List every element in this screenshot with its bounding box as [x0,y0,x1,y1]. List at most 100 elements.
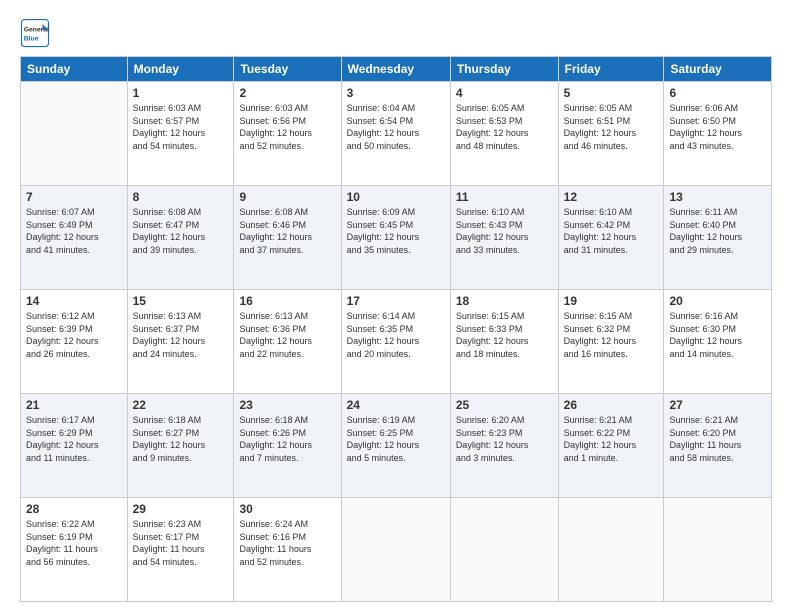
col-tuesday: Tuesday [234,57,341,82]
day-number: 10 [347,190,445,204]
calendar-cell [450,498,558,602]
calendar-cell: 22 Sunrise: 6:18 AM Sunset: 6:27 PM Dayli… [127,394,234,498]
day-info: Sunrise: 6:13 AM Sunset: 6:36 PM Dayligh… [239,310,335,360]
calendar-cell: 4Sunrise: 6:05 AM Sunset: 6:53 PM Daylig… [450,82,558,186]
day-info: Sunrise: 6:16 AM Sunset: 6:30 PM Dayligh… [669,310,766,360]
calendar-cell: 2 Sunrise: 6:03 AM Sunset: 6:56 PM Daylig… [234,82,341,186]
day-info: Sunrise: 6:15 AM Sunset: 6:32 PM Dayligh… [564,310,659,360]
calendar-cell: 16 Sunrise: 6:13 AM Sunset: 6:36 PM Dayli… [234,290,341,394]
day-number: 12 [564,190,659,204]
page: General Blue Sunday Monday Tuesday Wedne… [0,0,792,612]
day-info: Sunrise: 6:06 AM Sunset: 6:50 PM Dayligh… [669,102,766,152]
day-info: Sunrise: 6:23 AM Sunset: 6:17 PM Dayligh… [133,518,229,568]
day-info: Sunrise: 6:08 AM Sunset: 6:47 PM Dayligh… [133,206,229,256]
calendar-cell: 18 Sunrise: 6:15 AM Sunset: 6:33 PM Dayli… [450,290,558,394]
day-info: Sunrise: 6:05 AM Sunset: 6:51 PM Dayligh… [564,102,659,152]
calendar-cell: 21 Sunrise: 6:17 AM Sunset: 6:29 PM Dayli… [21,394,128,498]
calendar-cell: 23 Sunrise: 6:18 AM Sunset: 6:26 PM Dayli… [234,394,341,498]
day-info: Sunrise: 6:07 AM Sunset: 6:49 PM Dayligh… [26,206,122,256]
calendar-cell: 17Sunrise: 6:14 AM Sunset: 6:35 PM Dayli… [341,290,450,394]
calendar-cell: 25Sunrise: 6:20 AM Sunset: 6:23 PM Dayli… [450,394,558,498]
day-info: Sunrise: 6:19 AM Sunset: 6:25 PM Dayligh… [347,414,445,464]
calendar-cell: 12 Sunrise: 6:10 AM Sunset: 6:42 PM Dayli… [558,186,664,290]
day-info: Sunrise: 6:05 AM Sunset: 6:53 PM Dayligh… [456,102,553,152]
day-number: 11 [456,190,553,204]
calendar-body: 1 Sunrise: 6:03 AM Sunset: 6:57 PM Daylig… [21,82,772,602]
day-number: 19 [564,294,659,308]
day-number: 18 [456,294,553,308]
svg-text:Blue: Blue [24,36,39,43]
day-number: 7 [26,190,122,204]
day-info: Sunrise: 6:15 AM Sunset: 6:33 PM Dayligh… [456,310,553,360]
day-number: 3 [347,86,445,100]
day-number: 17 [347,294,445,308]
day-number: 28 [26,502,122,516]
calendar-cell: 5 Sunrise: 6:05 AM Sunset: 6:51 PM Daylig… [558,82,664,186]
calendar-cell: 1 Sunrise: 6:03 AM Sunset: 6:57 PM Daylig… [127,82,234,186]
day-number: 21 [26,398,122,412]
day-info: Sunrise: 6:12 AM Sunset: 6:39 PM Dayligh… [26,310,122,360]
day-number: 27 [669,398,766,412]
calendar-cell: 3 Sunrise: 6:04 AM Sunset: 6:54 PM Daylig… [341,82,450,186]
day-info: Sunrise: 6:17 AM Sunset: 6:29 PM Dayligh… [26,414,122,464]
day-info: Sunrise: 6:18 AM Sunset: 6:26 PM Dayligh… [239,414,335,464]
col-saturday: Saturday [664,57,772,82]
day-number: 13 [669,190,766,204]
day-number: 22 [133,398,229,412]
day-info: Sunrise: 6:09 AM Sunset: 6:45 PM Dayligh… [347,206,445,256]
calendar-week-row: 21 Sunrise: 6:17 AM Sunset: 6:29 PM Dayli… [21,394,772,498]
calendar-cell: 9 Sunrise: 6:08 AM Sunset: 6:46 PM Daylig… [234,186,341,290]
calendar-cell: 30 Sunrise: 6:24 AM Sunset: 6:16 PM Dayli… [234,498,341,602]
calendar-cell: 20 Sunrise: 6:16 AM Sunset: 6:30 PM Dayli… [664,290,772,394]
calendar-header-row: Sunday Monday Tuesday Wednesday Thursday… [21,57,772,82]
day-info: Sunrise: 6:08 AM Sunset: 6:46 PM Dayligh… [239,206,335,256]
calendar-cell: 28 Sunrise: 6:22 AM Sunset: 6:19 PM Dayli… [21,498,128,602]
day-info: Sunrise: 6:10 AM Sunset: 6:42 PM Dayligh… [564,206,659,256]
day-number: 30 [239,502,335,516]
day-number: 23 [239,398,335,412]
day-info: Sunrise: 6:03 AM Sunset: 6:56 PM Dayligh… [239,102,335,152]
day-number: 14 [26,294,122,308]
calendar-week-row: 28 Sunrise: 6:22 AM Sunset: 6:19 PM Dayli… [21,498,772,602]
day-number: 5 [564,86,659,100]
calendar-cell: 8Sunrise: 6:08 AM Sunset: 6:47 PM Daylig… [127,186,234,290]
day-number: 24 [347,398,445,412]
day-number: 9 [239,190,335,204]
calendar-cell [341,498,450,602]
day-number: 26 [564,398,659,412]
day-number: 29 [133,502,229,516]
calendar-cell: 6Sunrise: 6:06 AM Sunset: 6:50 PM Daylig… [664,82,772,186]
calendar: Sunday Monday Tuesday Wednesday Thursday… [20,56,772,602]
calendar-cell: 10 Sunrise: 6:09 AM Sunset: 6:45 PM Dayli… [341,186,450,290]
day-info: Sunrise: 6:11 AM Sunset: 6:40 PM Dayligh… [669,206,766,256]
calendar-cell: 13 Sunrise: 6:11 AM Sunset: 6:40 PM Dayli… [664,186,772,290]
header: General Blue [20,18,772,48]
col-friday: Friday [558,57,664,82]
day-number: 15 [133,294,229,308]
calendar-cell [558,498,664,602]
day-number: 2 [239,86,335,100]
logo: General Blue [20,18,54,48]
calendar-cell: 27Sunrise: 6:21 AM Sunset: 6:20 PM Dayli… [664,394,772,498]
calendar-cell: 24 Sunrise: 6:19 AM Sunset: 6:25 PM Dayli… [341,394,450,498]
col-wednesday: Wednesday [341,57,450,82]
day-number: 1 [133,86,229,100]
day-number: 16 [239,294,335,308]
day-info: Sunrise: 6:03 AM Sunset: 6:57 PM Dayligh… [133,102,229,152]
day-info: Sunrise: 6:22 AM Sunset: 6:19 PM Dayligh… [26,518,122,568]
day-number: 25 [456,398,553,412]
day-info: Sunrise: 6:24 AM Sunset: 6:16 PM Dayligh… [239,518,335,568]
calendar-cell: 11 Sunrise: 6:10 AM Sunset: 6:43 PM Dayli… [450,186,558,290]
calendar-cell [664,498,772,602]
calendar-week-row: 1 Sunrise: 6:03 AM Sunset: 6:57 PM Daylig… [21,82,772,186]
calendar-week-row: 14 Sunrise: 6:12 AM Sunset: 6:39 PM Dayli… [21,290,772,394]
day-info: Sunrise: 6:13 AM Sunset: 6:37 PM Dayligh… [133,310,229,360]
day-number: 20 [669,294,766,308]
calendar-cell [21,82,128,186]
calendar-cell: 15 Sunrise: 6:13 AM Sunset: 6:37 PM Dayli… [127,290,234,394]
day-info: Sunrise: 6:10 AM Sunset: 6:43 PM Dayligh… [456,206,553,256]
calendar-cell: 7 Sunrise: 6:07 AM Sunset: 6:49 PM Daylig… [21,186,128,290]
col-thursday: Thursday [450,57,558,82]
day-info: Sunrise: 6:18 AM Sunset: 6:27 PM Dayligh… [133,414,229,464]
day-info: Sunrise: 6:04 AM Sunset: 6:54 PM Dayligh… [347,102,445,152]
